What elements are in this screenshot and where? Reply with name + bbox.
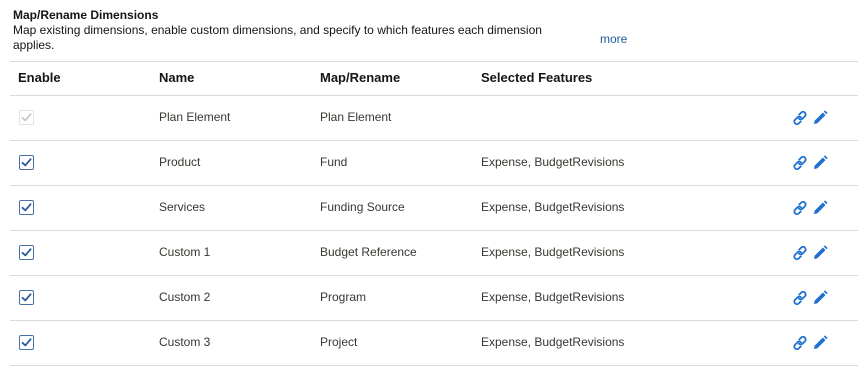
section-title: Map/Rename Dimensions <box>13 8 159 22</box>
more-link[interactable]: more <box>600 32 627 46</box>
link-icon[interactable] <box>791 199 809 217</box>
row-selected-features: Expense, BudgetRevisions <box>481 290 625 304</box>
section-description: Map existing dimensions, enable custom d… <box>13 23 542 52</box>
edit-pencil-icon[interactable] <box>811 199 829 217</box>
dimensions-table: Enable Name Map/Rename Selected Features… <box>10 62 858 366</box>
enable-checkbox[interactable] <box>19 155 34 170</box>
checkmark-icon <box>21 338 32 347</box>
table-row: Custom 1 Budget Reference Expense, Budge… <box>10 231 858 276</box>
row-map-rename: Funding Source <box>320 200 405 214</box>
link-icon[interactable] <box>791 334 809 352</box>
link-icon[interactable] <box>791 289 809 307</box>
row-name: Plan Element <box>159 110 231 124</box>
row-map-rename: Project <box>320 335 358 349</box>
header-name: Name <box>159 70 195 85</box>
row-name: Custom 1 <box>159 245 211 259</box>
edit-pencil-icon[interactable] <box>811 109 829 127</box>
row-map-rename: Program <box>320 290 367 304</box>
section-header: Map/Rename Dimensions Map existing dimen… <box>13 8 573 53</box>
edit-pencil-icon[interactable] <box>811 334 829 352</box>
row-selected-features: Expense, BudgetRevisions <box>481 155 625 169</box>
row-map-rename: Fund <box>320 155 348 169</box>
table-row: Plan Element Plan Element <box>10 96 858 141</box>
link-icon[interactable] <box>791 244 809 262</box>
table-row: Custom 2 Program Expense, BudgetRevision… <box>10 276 858 321</box>
edit-pencil-icon[interactable] <box>811 289 829 307</box>
checkmark-icon <box>21 203 32 212</box>
table-header: Enable Name Map/Rename Selected Features <box>10 62 858 96</box>
row-map-rename: Plan Element <box>320 110 392 124</box>
table-body: Plan Element Plan Element Product Fund E… <box>10 96 858 366</box>
checkmark-icon <box>21 293 32 302</box>
enable-checkbox <box>19 110 34 125</box>
row-name: Services <box>159 200 206 214</box>
row-selected-features: Expense, BudgetRevisions <box>481 245 625 259</box>
header-enable: Enable <box>18 70 61 85</box>
enable-checkbox[interactable] <box>19 200 34 215</box>
edit-pencil-icon[interactable] <box>811 244 829 262</box>
edit-pencil-icon[interactable] <box>811 154 829 172</box>
row-name: Custom 3 <box>159 335 211 349</box>
checkmark-icon <box>21 248 32 257</box>
row-name: Custom 2 <box>159 290 211 304</box>
checkmark-icon <box>21 113 32 122</box>
row-selected-features: Expense, BudgetRevisions <box>481 335 625 349</box>
row-map-rename: Budget Reference <box>320 245 417 259</box>
enable-checkbox[interactable] <box>19 335 34 350</box>
enable-checkbox[interactable] <box>19 290 34 305</box>
link-icon[interactable] <box>791 154 809 172</box>
checkmark-icon <box>21 158 32 167</box>
header-map-rename: Map/Rename <box>320 70 401 85</box>
table-row: Product Fund Expense, BudgetRevisions <box>10 141 858 186</box>
row-name: Product <box>159 155 201 169</box>
table-row: Custom 3 Project Expense, BudgetRevision… <box>10 321 858 366</box>
row-selected-features: Expense, BudgetRevisions <box>481 200 625 214</box>
table-row: Services Funding Source Expense, BudgetR… <box>10 186 858 231</box>
link-icon[interactable] <box>791 109 809 127</box>
header-selected-features: Selected Features <box>481 70 593 85</box>
enable-checkbox[interactable] <box>19 245 34 260</box>
